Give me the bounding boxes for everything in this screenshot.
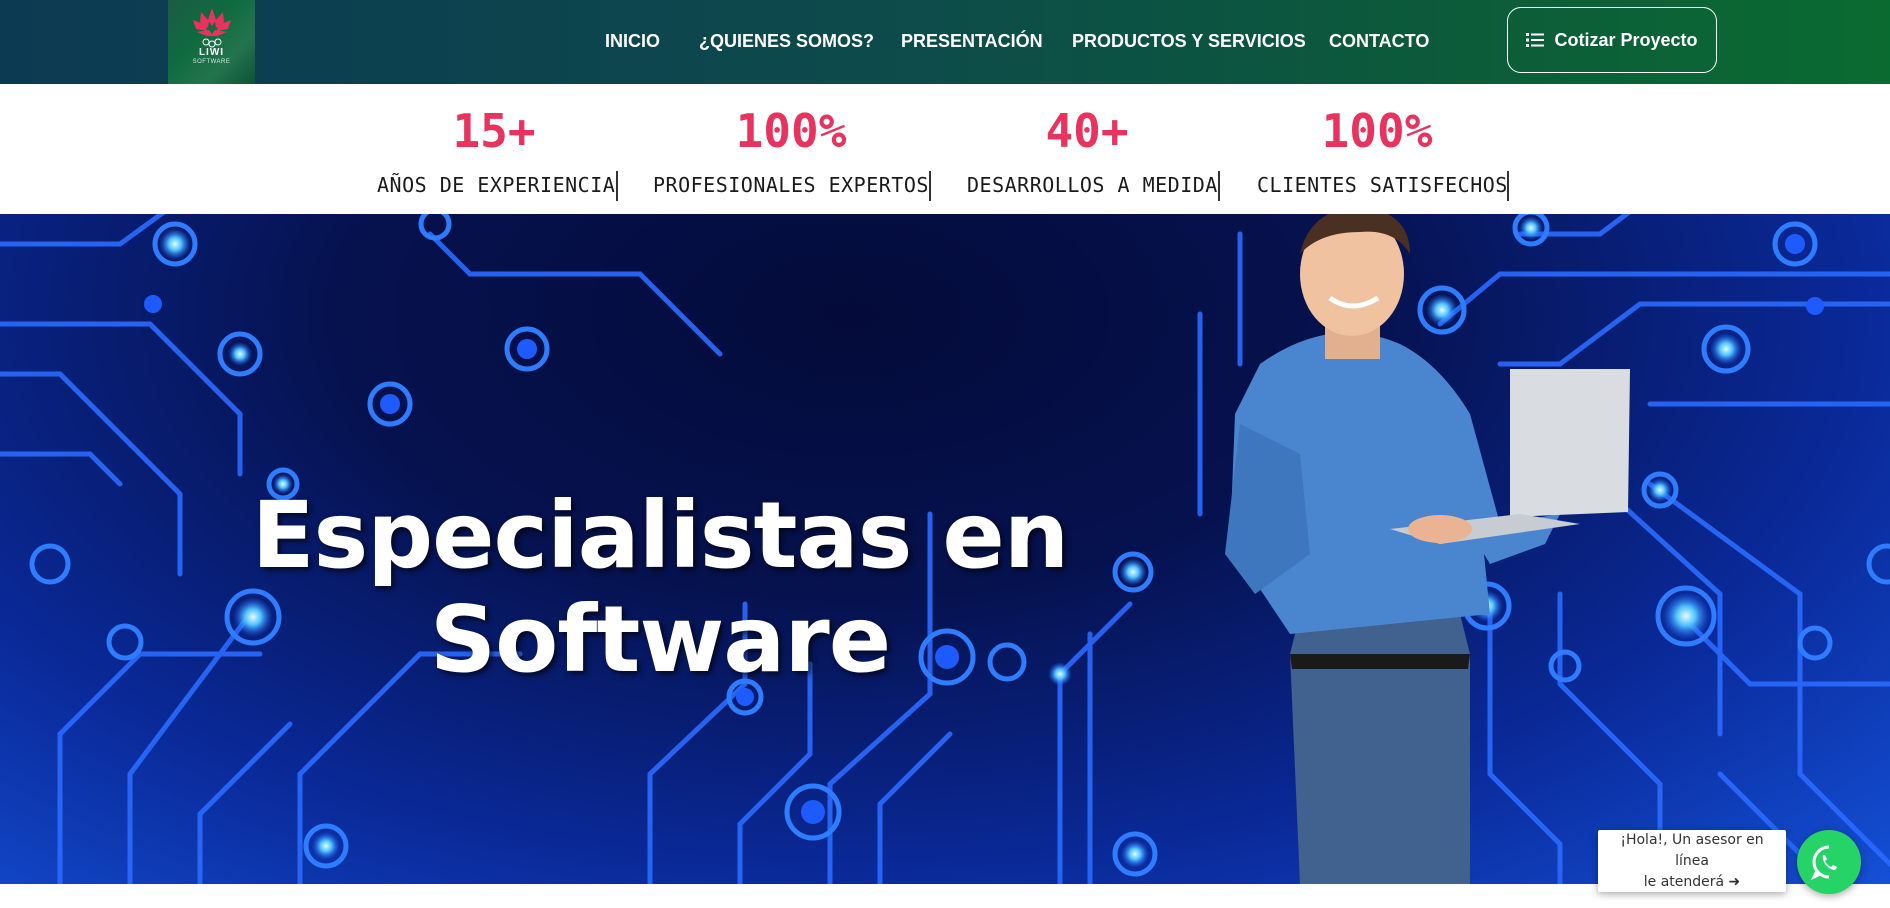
stat-value-profesionales: 100% (735, 104, 847, 158)
stat-label-profesionales: PROFESIONALES EXPERTOS (653, 173, 929, 197)
stat-divider (1218, 171, 1220, 201)
hero-title-line2: Software (429, 586, 891, 693)
whatsapp-button[interactable] (1797, 830, 1861, 894)
stat-divider (616, 171, 618, 201)
nav-productos-servicios[interactable]: PRODUCTOS Y SERVICIOS (1072, 30, 1306, 52)
hero-banner: Especialistas en Software (0, 214, 1890, 884)
whatsapp-icon (1811, 845, 1837, 880)
nav-inicio[interactable]: INICIO (605, 30, 660, 52)
stat-label-clientes: CLIENTES SATISFECHOS (1257, 173, 1508, 197)
cotizar-proyecto-button[interactable]: Cotizar Proyecto (1507, 7, 1717, 73)
lotus-logo-icon (192, 8, 231, 48)
logo[interactable]: LIWI SOFTWARE (168, 0, 255, 84)
stat-divider (1507, 171, 1509, 201)
site-header: LIWI SOFTWARE INICIO ¿QUIENES SOMOS? PRE… (0, 0, 1890, 84)
hero-title-line1: Especialistas en (251, 482, 1070, 589)
stat-divider (929, 171, 931, 201)
stat-label-desarrollos: DESARROLLOS A MEDIDA (967, 173, 1218, 197)
chat-prompt-bubble[interactable]: ¡Hola!, Un asesor en línea le atenderá ➜ (1598, 830, 1786, 892)
cotizar-proyecto-label: Cotizar Proyecto (1554, 29, 1698, 50)
nav-quienes-somos[interactable]: ¿QUIENES SOMOS? (699, 30, 874, 52)
stats-bar: 15+ AÑOS DE EXPERIENCIA 100% PROFESIONAL… (0, 84, 1890, 214)
stat-label-experiencia: AÑOS DE EXPERIENCIA (377, 173, 616, 197)
stat-value-experiencia: 15+ (452, 104, 536, 158)
nav-contacto[interactable]: CONTACTO (1329, 30, 1429, 52)
logo-wordmark: LIWI (198, 47, 225, 58)
chat-prompt-text: ¡Hola!, Un asesor en línea le atenderá ➜ (1620, 831, 1764, 890)
nav-presentacion[interactable]: PRESENTACIÓN (901, 30, 1043, 52)
stat-value-clientes: 100% (1321, 104, 1433, 158)
hero-title: Especialistas en Software (250, 484, 1070, 692)
list-icon (1526, 33, 1545, 47)
logo-subtitle: SOFTWARE (192, 59, 231, 65)
stat-value-desarrollos: 40+ (1045, 104, 1129, 158)
